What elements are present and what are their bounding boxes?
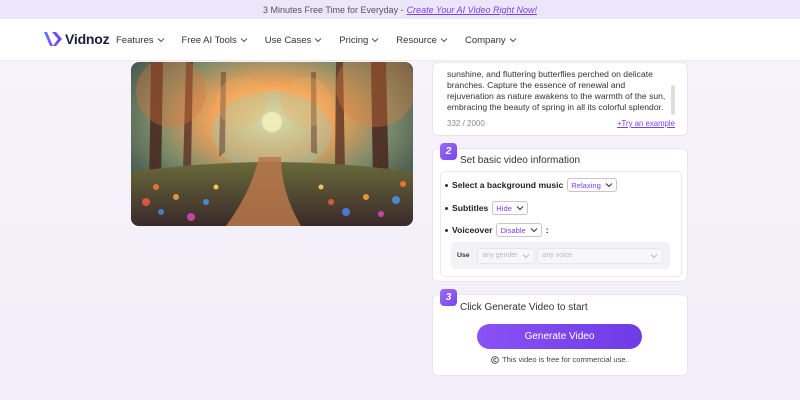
music-select[interactable]: Relaxing xyxy=(567,178,617,192)
menu-pricing[interactable]: Pricing xyxy=(339,35,379,46)
menu-features[interactable]: Features xyxy=(116,35,165,46)
copyright-icon xyxy=(491,355,499,364)
gender-select[interactable]: any gender xyxy=(477,247,536,264)
music-row: Select a background music Relaxing xyxy=(445,178,617,192)
menu-label: Use Cases xyxy=(264,34,312,46)
subtitles-select-value: Hide xyxy=(496,203,512,213)
voiceover-label: Voiceover xyxy=(452,225,493,235)
voiceover-row: Voiceover Disable : xyxy=(445,223,549,237)
voiceover-colon: : xyxy=(545,225,549,235)
chevron-down-icon xyxy=(523,253,530,258)
voiceover-select[interactable]: Disable xyxy=(496,223,542,237)
menu-label: Resource xyxy=(396,34,437,46)
logo-text: Vidnoz xyxy=(65,31,110,47)
voice-select[interactable]: any voice xyxy=(537,247,664,264)
vidnoz-logo-icon xyxy=(44,32,62,46)
chevron-down-icon xyxy=(157,38,164,43)
menu-label: Features xyxy=(116,34,154,46)
chevron-down-icon xyxy=(240,38,248,43)
generate-video-button[interactable]: Generate Video xyxy=(477,324,642,349)
voiceover-select-value: Disable xyxy=(500,225,526,235)
bullet-icon xyxy=(445,228,448,232)
menu-label: Free AI Tools xyxy=(181,34,237,46)
logo[interactable]: Vidnoz xyxy=(43,30,110,48)
bullet-icon xyxy=(445,183,448,187)
menu-company[interactable]: Company xyxy=(465,35,517,46)
chevron-down-icon xyxy=(605,183,613,188)
commercial-use-text: This video is free for commercial use. xyxy=(502,355,628,364)
subtitles-label: Subtitles xyxy=(452,203,489,213)
prompt-scrollbar[interactable] xyxy=(671,85,675,115)
step-3-title: Click Generate Video to start xyxy=(460,302,588,313)
subtitles-row: Subtitles Hide xyxy=(445,201,528,215)
subtitles-select[interactable]: Hide xyxy=(492,201,528,215)
step-3-badge: 3 xyxy=(440,289,457,306)
chevron-down-icon xyxy=(440,38,448,43)
gender-placeholder: any gender xyxy=(482,252,518,259)
chevron-down-icon xyxy=(314,38,322,43)
bullet-icon xyxy=(445,206,448,210)
chevron-down-icon xyxy=(516,206,524,211)
menu-label: Company xyxy=(464,34,506,46)
step-2-title: Set basic video information xyxy=(460,155,581,166)
chevron-down-icon xyxy=(530,228,538,233)
menu-resource[interactable]: Resource xyxy=(396,35,448,46)
music-select-value: Relaxing xyxy=(571,180,601,190)
menu-use-cases[interactable]: Use Cases xyxy=(265,35,322,46)
promo-text: 3 Minutes Free Time for Everyday - xyxy=(263,4,404,15)
use-label: Use xyxy=(457,252,470,259)
voice-options-box: Use any gender any voice xyxy=(451,242,670,269)
menu-label: Pricing xyxy=(339,34,369,46)
character-counter: 332 / 2000 xyxy=(447,119,485,128)
step-2-badge: 2 xyxy=(440,143,457,160)
prompt-textarea[interactable]: sunshine, and fluttering butterflies per… xyxy=(447,69,673,113)
top-nav: Vidnoz Features Free AI Tools Use Cases … xyxy=(0,19,800,61)
voice-placeholder: any voice xyxy=(542,252,573,259)
menu-free-ai-tools[interactable]: Free AI Tools xyxy=(182,35,248,46)
chevron-down-icon xyxy=(651,253,658,258)
chevron-down-icon xyxy=(509,38,516,43)
promo-link[interactable]: Create Your AI Video Right Now! xyxy=(407,5,537,15)
try-example-link[interactable]: +Try an example xyxy=(617,119,675,128)
main-menu: Features Free AI Tools Use Cases Pricing… xyxy=(116,19,534,61)
commercial-use-note: This video is free for commercial use. xyxy=(491,355,628,364)
promo-bar: 3 Minutes Free Time for Everyday - Creat… xyxy=(0,0,800,19)
chevron-down-icon xyxy=(371,38,379,43)
music-label: Select a background music xyxy=(452,180,564,190)
forest-painting-image xyxy=(131,62,413,226)
forest-preview-image xyxy=(131,62,413,226)
